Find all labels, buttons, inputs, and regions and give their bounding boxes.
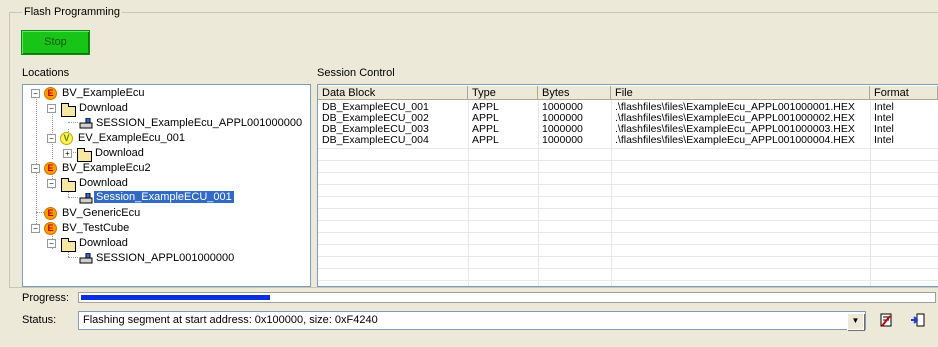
column-header-bytes[interactable]: Bytes [538,86,611,100]
status-label: Status: [22,314,57,326]
collapse-toggle[interactable]: − [47,179,56,188]
report-icon[interactable] [878,312,894,328]
tree-node-download[interactable]: Download [95,147,144,159]
folder-icon [61,178,76,192]
progress-bar [78,292,936,303]
tree-node-session[interactable]: SESSION_ExampleEcu_APPL001000000 [96,117,302,129]
session-control-grid[interactable]: Data Block Type Bytes File Format DB_Exa… [317,84,938,287]
tree-node-ev-exampleecu[interactable]: EV_ExampleEcu_001 [78,132,185,144]
export-icon[interactable] [910,312,926,328]
ecu-icon: E [44,162,57,175]
table-cell[interactable]: .\flashfiles\files\ExampleEcu_APPL001000… [611,135,855,146]
tree-node-session-appl[interactable]: SESSION_APPL001000000 [96,252,234,264]
dropdown-button[interactable]: ▼ [847,313,864,330]
status-text: Flashing segment at start address: 0x100… [83,314,378,326]
column-header-file[interactable]: File [611,86,870,100]
session-icon [79,118,93,129]
column-header-format[interactable]: Format [870,86,938,100]
group-title: Flash Programming [22,6,122,18]
tree-node-session-selected[interactable]: Session_ExampleECU_001 [94,191,234,203]
collapse-toggle[interactable]: − [31,89,40,98]
ecu-icon: E [44,222,57,235]
table-cell[interactable]: APPL [468,135,499,146]
progress-label: Progress: [22,292,70,304]
collapse-toggle[interactable]: − [47,134,56,143]
stop-button[interactable]: Stop [21,30,90,55]
expand-toggle[interactable]: + [63,149,72,158]
tree-node-bv-exampleecu[interactable]: BV_ExampleEcu [62,87,145,99]
tree-node-bv-testcube[interactable]: BV_TestCube [62,222,129,234]
locations-label: Locations [22,67,70,79]
tree-node-download[interactable]: Download [79,102,128,114]
collapse-toggle[interactable]: − [47,239,56,248]
collapse-toggle[interactable]: − [47,104,56,113]
ecu-icon: E [44,87,57,100]
table-cell[interactable]: DB_ExampleECU_004 [318,135,429,146]
progress-fill [81,295,270,300]
locations-tree[interactable]: − E BV_ExampleEcu − Download SESSION_Exa… [22,84,311,287]
status-combobox[interactable]: Flashing segment at start address: 0x100… [78,311,866,330]
folder-icon [77,148,92,162]
folder-icon [61,103,76,117]
tree-node-download[interactable]: Download [79,177,128,189]
collapse-toggle[interactable]: − [31,224,40,233]
column-header-type[interactable]: Type [468,86,538,100]
collapse-toggle[interactable]: − [31,164,40,173]
table-cell[interactable]: 1000000 [538,135,583,146]
column-header-data-block[interactable]: Data Block [318,86,468,100]
table-cell[interactable]: Intel [870,135,894,146]
tree-node-bv-genericecu[interactable]: BV_GenericEcu [62,207,140,219]
session-icon [79,253,93,264]
ecu-icon: E [44,207,57,220]
tree-node-download[interactable]: Download [79,237,128,249]
session-icon [79,193,93,204]
folder-icon [61,238,76,252]
variant-icon: V [60,132,73,145]
session-control-label: Session Control [317,67,395,79]
tree-node-bv-exampleecu2[interactable]: BV_ExampleEcu2 [62,162,151,174]
